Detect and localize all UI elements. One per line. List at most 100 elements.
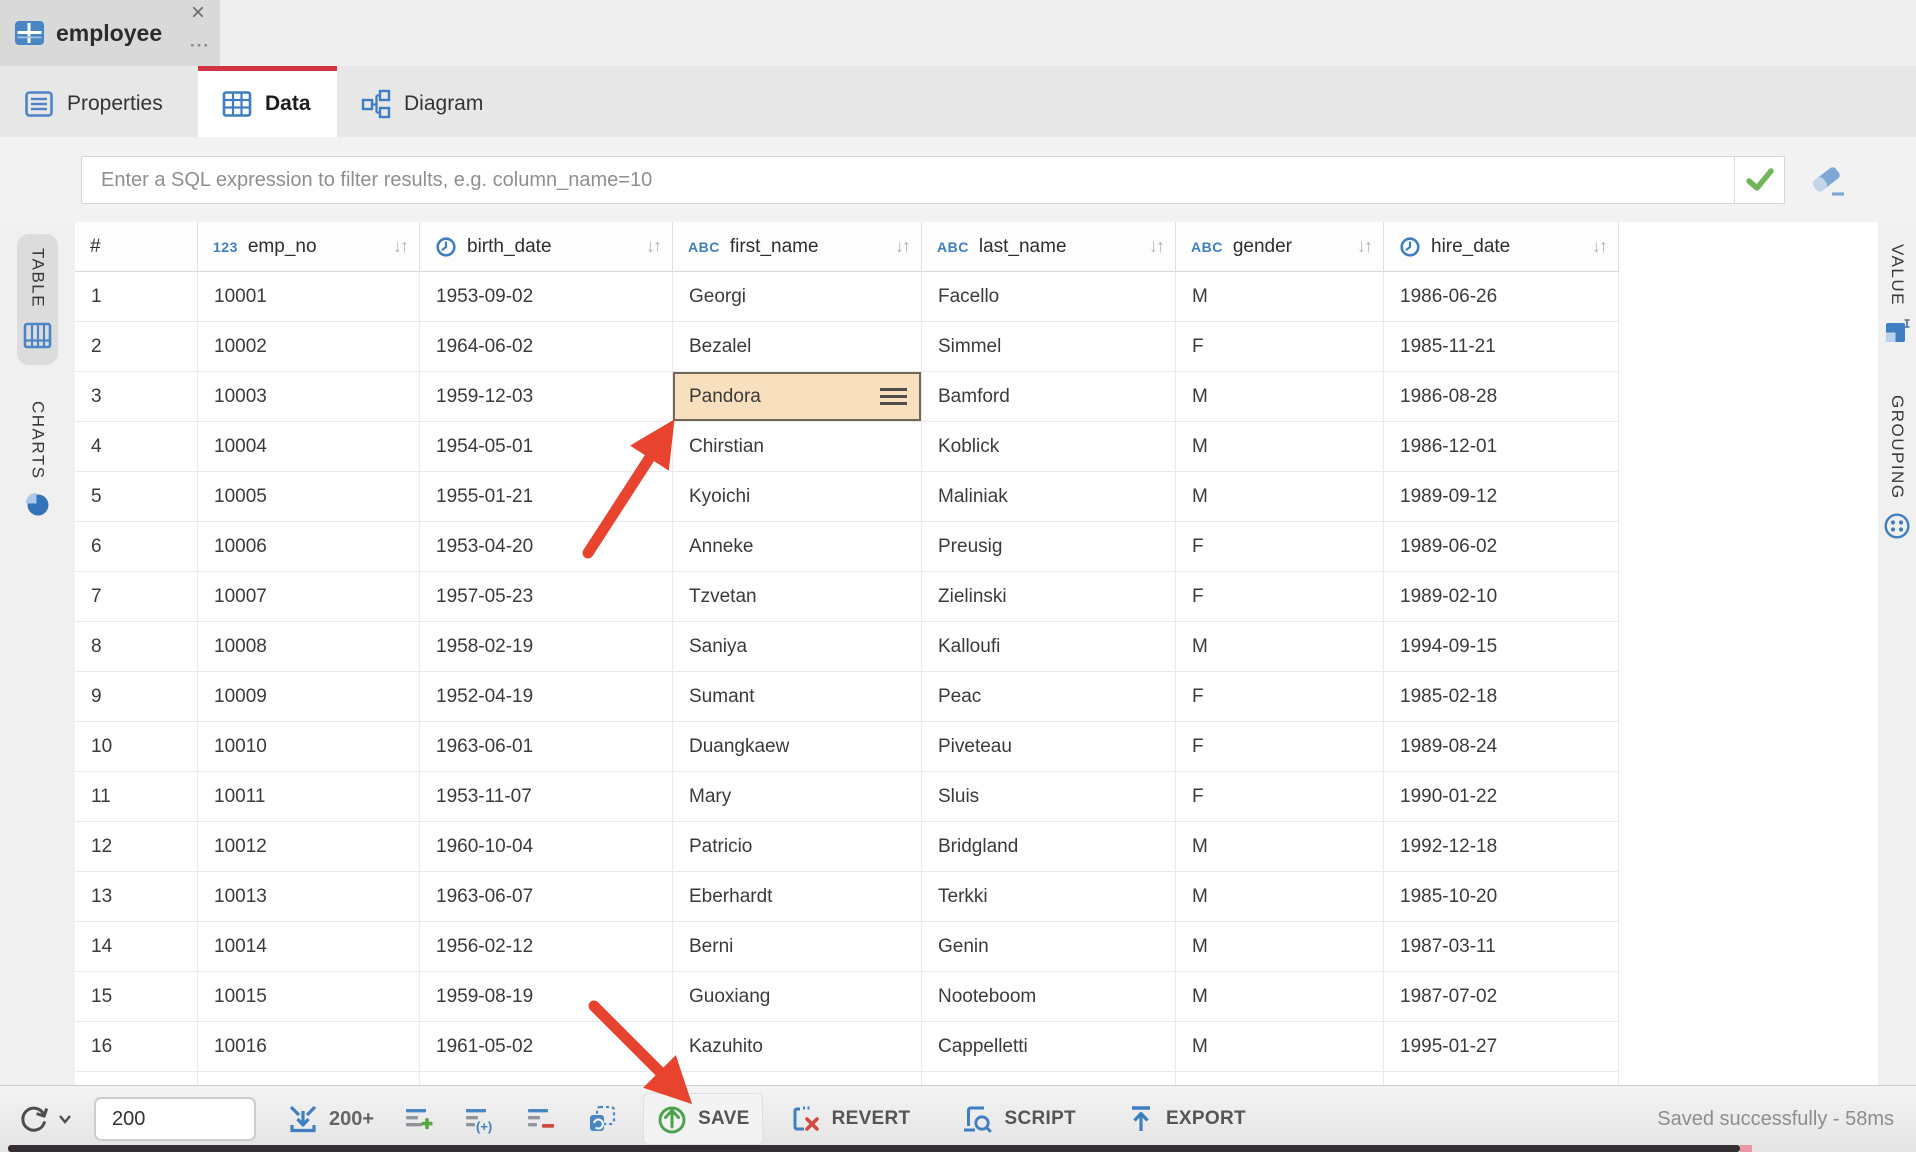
tab-data[interactable]: Data bbox=[198, 66, 337, 137]
grid-cell[interactable]: M bbox=[1176, 272, 1384, 322]
grid-cell[interactable]: F bbox=[1176, 522, 1384, 572]
sort-icon[interactable]: ↓↑ bbox=[895, 236, 909, 257]
sort-icon[interactable]: ↓↑ bbox=[393, 236, 407, 257]
grid-cell[interactable]: 10010 bbox=[198, 722, 420, 772]
grid-cell[interactable]: Piveteau bbox=[922, 722, 1176, 772]
column-header-last_name[interactable]: ABClast_name↓↑ bbox=[922, 222, 1176, 272]
close-icon[interactable]: × bbox=[191, 0, 205, 26]
grid-cell[interactable]: Kyoichi bbox=[673, 472, 922, 522]
grid-cell[interactable]: Koblick bbox=[922, 422, 1176, 472]
grid-cell[interactable]: Patricio bbox=[673, 822, 922, 872]
grid-cell[interactable]: Nooteboom bbox=[922, 972, 1176, 1022]
grid-cell[interactable]: F bbox=[1176, 722, 1384, 772]
grid-cell[interactable]: M bbox=[1176, 422, 1384, 472]
grid-cell[interactable]: Guoxiang bbox=[673, 972, 922, 1022]
grid-cell[interactable]: F bbox=[1176, 572, 1384, 622]
row-number-cell[interactable]: 12 bbox=[75, 822, 198, 872]
grid-cell[interactable]: Sumant bbox=[673, 672, 922, 722]
duplicate-row-button[interactable]: (+) bbox=[464, 1104, 496, 1134]
column-header-first_name[interactable]: ABCfirst_name↓↑ bbox=[673, 222, 922, 272]
grid-cell[interactable]: 1985-10-20 bbox=[1384, 872, 1619, 922]
grid-cell[interactable]: 10009 bbox=[198, 672, 420, 722]
grid-cell[interactable]: 1959-08-19 bbox=[420, 972, 673, 1022]
sort-icon[interactable]: ↓↑ bbox=[1357, 236, 1371, 257]
grid-cell[interactable]: M bbox=[1176, 822, 1384, 872]
grid-cell[interactable]: 1952-04-19 bbox=[420, 672, 673, 722]
grid-cell[interactable]: Peac bbox=[922, 672, 1176, 722]
grid-cell[interactable]: 1989-08-24 bbox=[1384, 722, 1619, 772]
grid-cell[interactable]: Bridgland bbox=[922, 822, 1176, 872]
grid-cell[interactable]: 10008 bbox=[198, 622, 420, 672]
add-row-button[interactable] bbox=[404, 1104, 434, 1134]
grid-cell[interactable]: M bbox=[1176, 972, 1384, 1022]
row-number-cell[interactable]: 15 bbox=[75, 972, 198, 1022]
grid-cell[interactable]: Berni bbox=[673, 922, 922, 972]
script-button[interactable]: SCRIPT bbox=[948, 1094, 1087, 1144]
grid-cell[interactable]: 10013 bbox=[198, 872, 420, 922]
refresh-button[interactable] bbox=[16, 1101, 72, 1137]
column-header-birth_date[interactable]: birth_date↓↑ bbox=[420, 222, 673, 272]
grid-cell[interactable]: M bbox=[1176, 1022, 1384, 1072]
grid-cell[interactable]: Eberhardt bbox=[673, 872, 922, 922]
clear-filter-button[interactable] bbox=[1806, 164, 1848, 198]
grid-cell[interactable]: 1953-04-20 bbox=[420, 522, 673, 572]
grid-cell[interactable]: Genin bbox=[922, 922, 1176, 972]
grid-cell[interactable]: 1994-09-15 bbox=[1384, 622, 1619, 672]
grid-cell[interactable]: M bbox=[1176, 872, 1384, 922]
row-number-cell[interactable]: 8 bbox=[75, 622, 198, 672]
grid-cell[interactable]: 1985-11-21 bbox=[1384, 322, 1619, 372]
grid-cell[interactable]: Kalloufi bbox=[922, 622, 1176, 672]
grid-cell[interactable]: 10015 bbox=[198, 972, 420, 1022]
tab-diagram[interactable]: Diagram bbox=[337, 66, 527, 137]
column-header-gender[interactable]: ABCgender↓↑ bbox=[1176, 222, 1384, 272]
cell-options-icon[interactable] bbox=[880, 388, 907, 405]
grid-cell[interactable]: Anneke bbox=[673, 522, 922, 572]
revert-button[interactable]: REVERT bbox=[778, 1094, 923, 1144]
grid-cell[interactable]: F bbox=[1176, 772, 1384, 822]
grid-cell[interactable]: Maliniak bbox=[922, 472, 1176, 522]
grid-cell[interactable]: F bbox=[1176, 322, 1384, 372]
row-number-cell[interactable]: 7 bbox=[75, 572, 198, 622]
grid-cell[interactable]: 10005 bbox=[198, 472, 420, 522]
grid-cell[interactable]: 1989-06-02 bbox=[1384, 522, 1619, 572]
grid-cell[interactable]: 1958-02-19 bbox=[420, 622, 673, 672]
grid-cell[interactable]: Tzvetan bbox=[673, 572, 922, 622]
column-header-rownum[interactable]: # bbox=[75, 222, 198, 272]
grid-cell[interactable]: 1953-09-02 bbox=[420, 272, 673, 322]
rail-tab-table[interactable]: TABLE bbox=[17, 234, 58, 365]
grid-cell[interactable]: M bbox=[1176, 472, 1384, 522]
grid-cell[interactable]: 10011 bbox=[198, 772, 420, 822]
grid-cell[interactable]: 10004 bbox=[198, 422, 420, 472]
column-header-hire_date[interactable]: hire_date↓↑ bbox=[1384, 222, 1619, 272]
row-number-cell[interactable]: 13 bbox=[75, 872, 198, 922]
grid-cell[interactable]: Sluis bbox=[922, 772, 1176, 822]
column-header-emp_no[interactable]: 123emp_no↓↑ bbox=[198, 222, 420, 272]
grid-cell[interactable]: 1986-06-26 bbox=[1384, 272, 1619, 322]
editor-tab-employee[interactable]: employee bbox=[0, 0, 220, 66]
sort-icon[interactable]: ↓↑ bbox=[1592, 236, 1606, 257]
grid-cell[interactable]: 10003 bbox=[198, 372, 420, 422]
grid-cell[interactable]: Kazuhito bbox=[673, 1022, 922, 1072]
rail-tab-grouping[interactable]: GROUPING bbox=[1878, 381, 1916, 554]
grid-cell[interactable]: Terkki bbox=[922, 872, 1176, 922]
grid-cell[interactable]: 1956-02-12 bbox=[420, 922, 673, 972]
selected-cell[interactable]: Pandora bbox=[673, 372, 922, 422]
grid-cell[interactable]: 10014 bbox=[198, 922, 420, 972]
grid-cell[interactable]: Zielinski bbox=[922, 572, 1176, 622]
row-number-cell[interactable]: 11 bbox=[75, 772, 198, 822]
grid-cell[interactable]: Bezalel bbox=[673, 322, 922, 372]
grid-cell[interactable]: Saniya bbox=[673, 622, 922, 672]
grid-cell[interactable]: 1955-01-21 bbox=[420, 472, 673, 522]
grid-cell[interactable]: Bamford bbox=[922, 372, 1176, 422]
grid-cell[interactable]: 1953-11-07 bbox=[420, 772, 673, 822]
grid-cell[interactable]: 1986-12-01 bbox=[1384, 422, 1619, 472]
row-number-cell[interactable]: 2 bbox=[75, 322, 198, 372]
grid-cell[interactable]: 10001 bbox=[198, 272, 420, 322]
row-number-cell[interactable]: 1 bbox=[75, 272, 198, 322]
grid-cell[interactable]: M bbox=[1176, 922, 1384, 972]
rail-tab-value[interactable]: VALUE bbox=[1879, 230, 1916, 359]
sort-icon[interactable]: ↓↑ bbox=[1149, 236, 1163, 257]
grid-cell[interactable]: Preusig bbox=[922, 522, 1176, 572]
row-number-cell[interactable]: 9 bbox=[75, 672, 198, 722]
grid-cell[interactable]: Chirstian bbox=[673, 422, 922, 472]
